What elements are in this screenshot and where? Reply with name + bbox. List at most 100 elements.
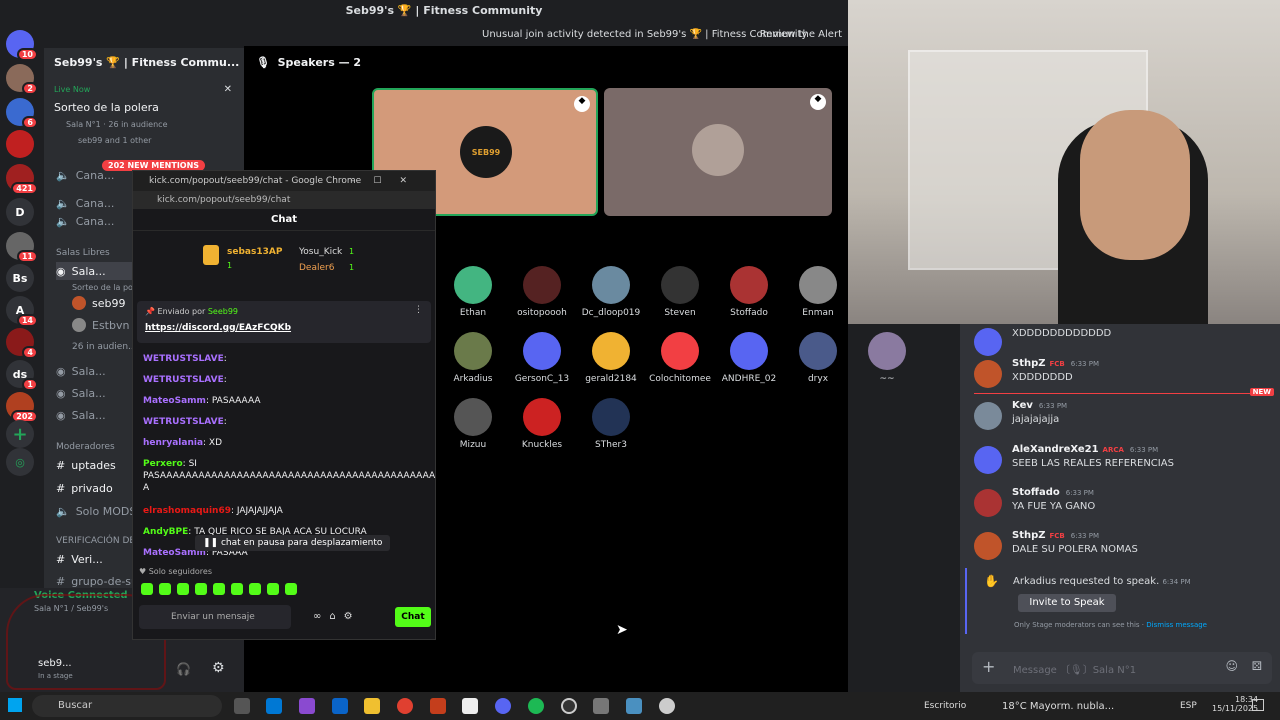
discord-icon[interactable]: [495, 698, 511, 714]
address-bar[interactable]: kick.com/popout/seeb99/chat: [133, 191, 435, 209]
obs-icon[interactable]: [561, 698, 577, 714]
folder-icon[interactable]: [364, 698, 380, 714]
emote-bar[interactable]: [141, 583, 321, 595]
discover-icon[interactable]: ◎: [6, 448, 34, 476]
copilot-icon[interactable]: [299, 698, 315, 714]
avatar[interactable]: [974, 446, 1002, 474]
server-icon[interactable]: 202: [6, 392, 38, 423]
audience-member[interactable]: Mizuu: [438, 398, 508, 450]
author-name[interactable]: Stoffado 6:33 PM: [1012, 487, 1094, 498]
audience-member[interactable]: Enman: [783, 266, 853, 318]
invite-to-speak-button[interactable]: Invite to Speak: [1018, 594, 1116, 612]
author-name[interactable]: SthpZ FCB 6:33 PM: [1012, 358, 1099, 369]
voice-channel[interactable]: 🔈 Solo MODS: [56, 502, 136, 520]
avatar[interactable]: [974, 360, 1002, 388]
app-icon[interactable]: [659, 698, 675, 714]
user-name[interactable]: seb9...: [38, 658, 72, 669]
stage-channel[interactable]: ◉ Sala...: [56, 362, 106, 380]
emoji-icon[interactable]: ☺: [1225, 659, 1238, 673]
stage-channel[interactable]: ◉ Sala...: [56, 384, 106, 402]
windows-start-icon[interactable]: [8, 698, 22, 712]
server-icon[interactable]: 2: [6, 64, 38, 95]
stage-channel[interactable]: ◉ Sala...: [56, 406, 106, 424]
audience-member[interactable]: dryx: [783, 332, 853, 384]
category-moderadores[interactable]: Moderadores: [56, 438, 115, 456]
author-name[interactable]: SthpZ FCB 6:33 PM: [1012, 530, 1099, 541]
speaker-tile-2[interactable]: ◆: [604, 88, 832, 216]
server-icon[interactable]: A 14: [6, 296, 38, 327]
request-accent: [965, 568, 967, 634]
text-channel[interactable]: # privado: [56, 479, 113, 497]
audience-member[interactable]: STher3: [576, 398, 646, 450]
chat-tools-icons[interactable]: ∞⌂⚙: [313, 611, 361, 622]
stage-user[interactable]: Estbvn: [72, 316, 129, 334]
audience-member[interactable]: Steven: [645, 266, 715, 318]
desktop-label[interactable]: Escritorio: [924, 701, 966, 711]
pin-icon[interactable]: ⋮: [414, 305, 423, 315]
audience-member[interactable]: Arkadius: [438, 332, 508, 384]
audience-member[interactable]: Colochitomee: [645, 332, 715, 384]
audience-member[interactable]: GersonC_13: [507, 332, 577, 384]
chat-paused-banner[interactable]: ❚❚ chat en pausa para desplazamiento: [195, 535, 391, 551]
chrome-icon[interactable]: [397, 698, 413, 714]
pinned-link[interactable]: https://discord.gg/EAzFCQKb: [145, 323, 291, 333]
audience-member[interactable]: ositopoooh: [507, 266, 577, 318]
send-chat-button[interactable]: Chat: [395, 607, 431, 627]
text-channel[interactable]: # Veri...: [56, 550, 103, 568]
stage-user[interactable]: seb99: [72, 294, 125, 312]
weather[interactable]: 18°C Mayorm. nubla...: [1002, 701, 1114, 712]
audience-member[interactable]: ANDHRE_02: [714, 332, 784, 384]
audience-name: Ethan: [459, 308, 487, 318]
spotify-icon[interactable]: [528, 698, 544, 714]
search-box[interactable]: Buscar: [32, 695, 222, 717]
audience-member[interactable]: Dc_dloop019: [576, 266, 646, 318]
audience-member[interactable]: Ethan: [438, 266, 508, 318]
edge-icon[interactable]: [266, 698, 282, 714]
close-icon[interactable]: ✕: [224, 84, 232, 95]
audience-member[interactable]: gerald2184: [576, 332, 646, 384]
add-server-icon[interactable]: +: [6, 420, 34, 448]
message-composer[interactable]: + Message 〔🎙〕Sala N°1 ☺ ⚄: [972, 652, 1272, 684]
dismiss-link[interactable]: Dismiss message: [1146, 621, 1207, 629]
pinned-message[interactable]: 📌 Enviado por Seeb99 https://discord.gg/…: [137, 301, 431, 343]
server-icon[interactable]: 421: [6, 164, 38, 195]
audience-member[interactable]: Stoffado: [714, 266, 784, 318]
audience-member[interactable]: Knuckles: [507, 398, 577, 450]
powerpoint-icon[interactable]: [430, 698, 446, 714]
gear-icon[interactable]: ⚙: [212, 660, 225, 676]
server-icon[interactable]: 6: [6, 98, 38, 129]
audience-member[interactable]: ~~: [852, 332, 922, 384]
server-icon[interactable]: Bs: [6, 264, 34, 292]
chat-input[interactable]: Enviar un mensaje: [139, 605, 291, 629]
headphones-icon[interactable]: 🎧: [176, 662, 191, 676]
store-icon[interactable]: [332, 698, 348, 714]
text-channel[interactable]: # uptades: [56, 456, 116, 474]
notification-icon[interactable]: [1252, 699, 1264, 711]
author-name[interactable]: AleXandreXe21 ARCA 6:33 PM: [1012, 444, 1158, 455]
category-salas[interactable]: Salas Libres: [56, 244, 110, 262]
app-icon[interactable]: [626, 698, 642, 714]
add-attachment-icon[interactable]: +: [982, 657, 995, 676]
voice-channel[interactable]: 🔈 Cana...: [56, 212, 114, 230]
home-icon[interactable]: 10: [6, 30, 38, 61]
task-view-icon[interactable]: [234, 698, 250, 714]
server-icon[interactable]: ds 1: [6, 360, 38, 391]
voice-channel[interactable]: 🔈 Cana...: [56, 166, 114, 184]
apps-icon[interactable]: ⚄: [1252, 659, 1262, 673]
language[interactable]: ESP: [1180, 701, 1197, 711]
server-icon[interactable]: [6, 130, 34, 158]
avatar[interactable]: [974, 532, 1002, 560]
voice-channel[interactable]: 🔈 Cana...: [56, 194, 114, 212]
server-icon[interactable]: D: [6, 198, 34, 226]
window-controls[interactable]: –☐✕: [351, 171, 425, 191]
server-name[interactable]: Seb99's 🏆 | Fitness Commu...: [54, 56, 239, 69]
review-alert-button[interactable]: Review the Alert: [760, 24, 842, 46]
avatar[interactable]: [974, 328, 1002, 356]
server-icon[interactable]: 11: [6, 232, 38, 263]
author-name[interactable]: Kev 6:33 PM: [1012, 400, 1067, 411]
avatar[interactable]: [974, 402, 1002, 430]
file-icon[interactable]: [462, 698, 478, 714]
server-icon[interactable]: 4: [6, 328, 38, 359]
app-icon[interactable]: [593, 698, 609, 714]
avatar[interactable]: [974, 489, 1002, 517]
